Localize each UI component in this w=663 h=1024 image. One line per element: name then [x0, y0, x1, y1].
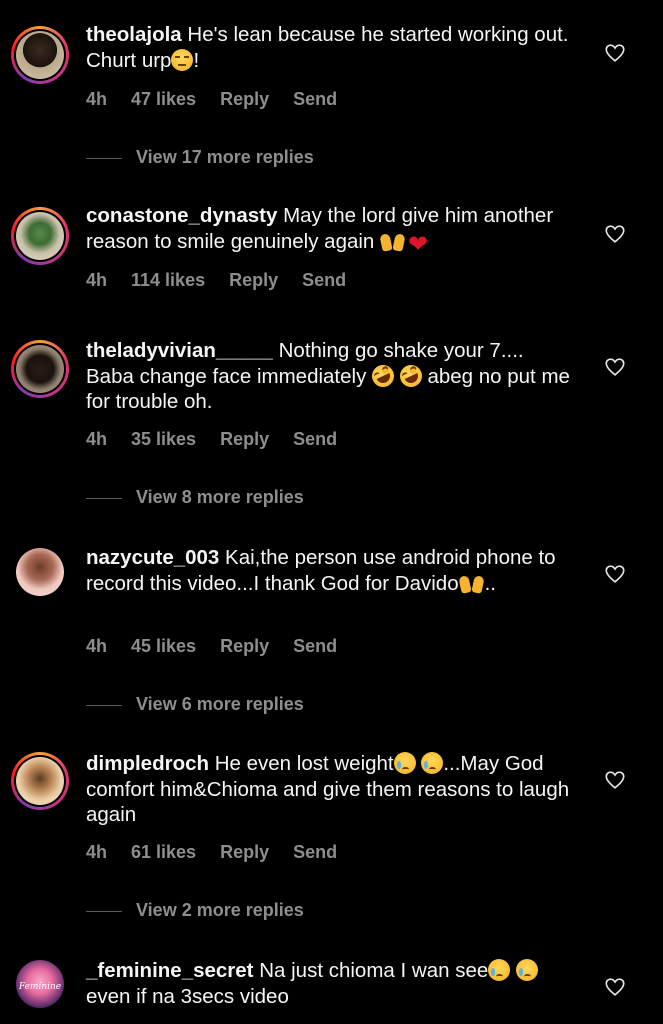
send-button[interactable]: Send — [302, 270, 346, 290]
comment-text: conastone_dynasty May the lord give him … — [86, 203, 576, 256]
comment-body: even if na 3secs video — [86, 984, 289, 1008]
comment-meta: 4h 114 likes Reply Send — [86, 270, 370, 291]
reply-button[interactable]: Reply — [220, 842, 269, 862]
comment-time: 4h — [86, 842, 108, 862]
reply-button[interactable]: Reply — [229, 270, 278, 290]
avatar-image — [16, 212, 64, 260]
comment-username[interactable]: conastone_dynasty — [86, 204, 277, 227]
like-heart-icon[interactable] — [604, 976, 626, 998]
send-button[interactable]: Send — [293, 89, 337, 109]
avatar-logo-text: Feminine — [18, 982, 62, 992]
comment-text: theolajola He's lean because he started … — [86, 22, 576, 73]
avatar-image — [16, 757, 64, 805]
raising-hands-emoji — [380, 230, 406, 252]
avatar-image: Feminine — [16, 960, 64, 1008]
comment-username[interactable]: _feminine_secret — [86, 959, 254, 982]
avatar[interactable] — [11, 752, 69, 810]
comment-time: 4h — [86, 429, 108, 449]
send-button[interactable]: Send — [293, 636, 337, 656]
view-more-replies-button[interactable]: View 2 more replies — [86, 900, 304, 921]
red-heart-emoji: ❤ — [407, 230, 429, 258]
replies-divider — [86, 497, 122, 499]
comment-text: theladyvivian_____ Nothing go shake your… — [86, 338, 576, 415]
avatar[interactable] — [11, 543, 69, 601]
comment-text: dimpledroch He even lost weight ...May G… — [86, 751, 576, 828]
comment-likes[interactable]: 61 likes — [131, 842, 196, 862]
comment-username[interactable]: theladyvivian_____ — [86, 339, 273, 362]
replies-divider — [86, 910, 122, 912]
comment-likes[interactable]: 47 likes — [131, 89, 196, 109]
avatar-image — [16, 548, 64, 596]
crying-face-emoji — [393, 752, 416, 774]
replies-divider — [86, 157, 122, 159]
reply-button[interactable]: Reply — [220, 429, 269, 449]
view-replies-label: View 8 more replies — [136, 487, 304, 507]
like-heart-icon[interactable] — [604, 42, 626, 64]
comment-body: Na just chioma I wan see — [259, 959, 489, 982]
avatar-image — [16, 31, 64, 79]
comment-time: 4h — [86, 89, 108, 109]
unamused-face-emoji — [171, 48, 194, 71]
replies-divider — [86, 704, 122, 706]
avatar[interactable] — [11, 340, 69, 398]
like-heart-icon[interactable] — [604, 223, 626, 245]
comment-meta: 4h 35 likes Reply Send — [86, 429, 361, 450]
like-heart-icon[interactable] — [604, 356, 626, 378]
comment-meta: 4h 45 likes Reply Send — [86, 636, 361, 657]
comment-meta: 4h 47 likes Reply Send — [86, 89, 361, 110]
rolling-on-floor-laughing-emoji — [396, 360, 426, 391]
comment-body: ! — [193, 48, 200, 72]
view-replies-label: View 17 more replies — [136, 147, 314, 167]
comment-likes[interactable]: 35 likes — [131, 429, 196, 449]
comment-time: 4h — [86, 270, 108, 290]
avatar[interactable]: Feminine — [11, 955, 69, 1013]
comment-body: He even lost weight — [214, 752, 394, 775]
crying-face-emoji — [421, 752, 444, 774]
comment-text: nazycute_003 Kai,the person use android … — [86, 545, 576, 596]
avatar-image — [16, 345, 64, 393]
view-more-replies-button[interactable]: View 17 more replies — [86, 147, 314, 168]
view-replies-label: View 6 more replies — [136, 694, 304, 714]
send-button[interactable]: Send — [293, 429, 337, 449]
rolling-on-floor-laughing-emoji — [368, 360, 398, 391]
comment-text: _feminine_secret Na just chioma I wan se… — [86, 958, 576, 1009]
like-heart-icon[interactable] — [604, 563, 626, 585]
comment-time: 4h — [86, 636, 108, 656]
raising-hands-emoji — [459, 572, 485, 594]
comment-username[interactable]: nazycute_003 — [86, 546, 219, 569]
reply-button[interactable]: Reply — [220, 89, 269, 109]
comment-body: .. — [484, 571, 497, 595]
like-heart-icon[interactable] — [604, 769, 626, 791]
view-replies-label: View 2 more replies — [136, 900, 304, 920]
comment-username[interactable]: dimpledroch — [86, 752, 209, 775]
crying-face-emoji — [488, 959, 511, 981]
comment-likes[interactable]: 114 likes — [131, 270, 205, 290]
view-more-replies-button[interactable]: View 6 more replies — [86, 694, 304, 715]
send-button[interactable]: Send — [293, 842, 337, 862]
avatar[interactable] — [11, 207, 69, 265]
crying-face-emoji — [515, 959, 538, 981]
comment-username[interactable]: theolajola — [86, 23, 182, 46]
comment-likes[interactable]: 45 likes — [131, 636, 196, 656]
reply-button[interactable]: Reply — [220, 636, 269, 656]
comment-meta: 4h 61 likes Reply Send — [86, 842, 361, 863]
view-more-replies-button[interactable]: View 8 more replies — [86, 487, 304, 508]
avatar[interactable] — [11, 26, 69, 84]
